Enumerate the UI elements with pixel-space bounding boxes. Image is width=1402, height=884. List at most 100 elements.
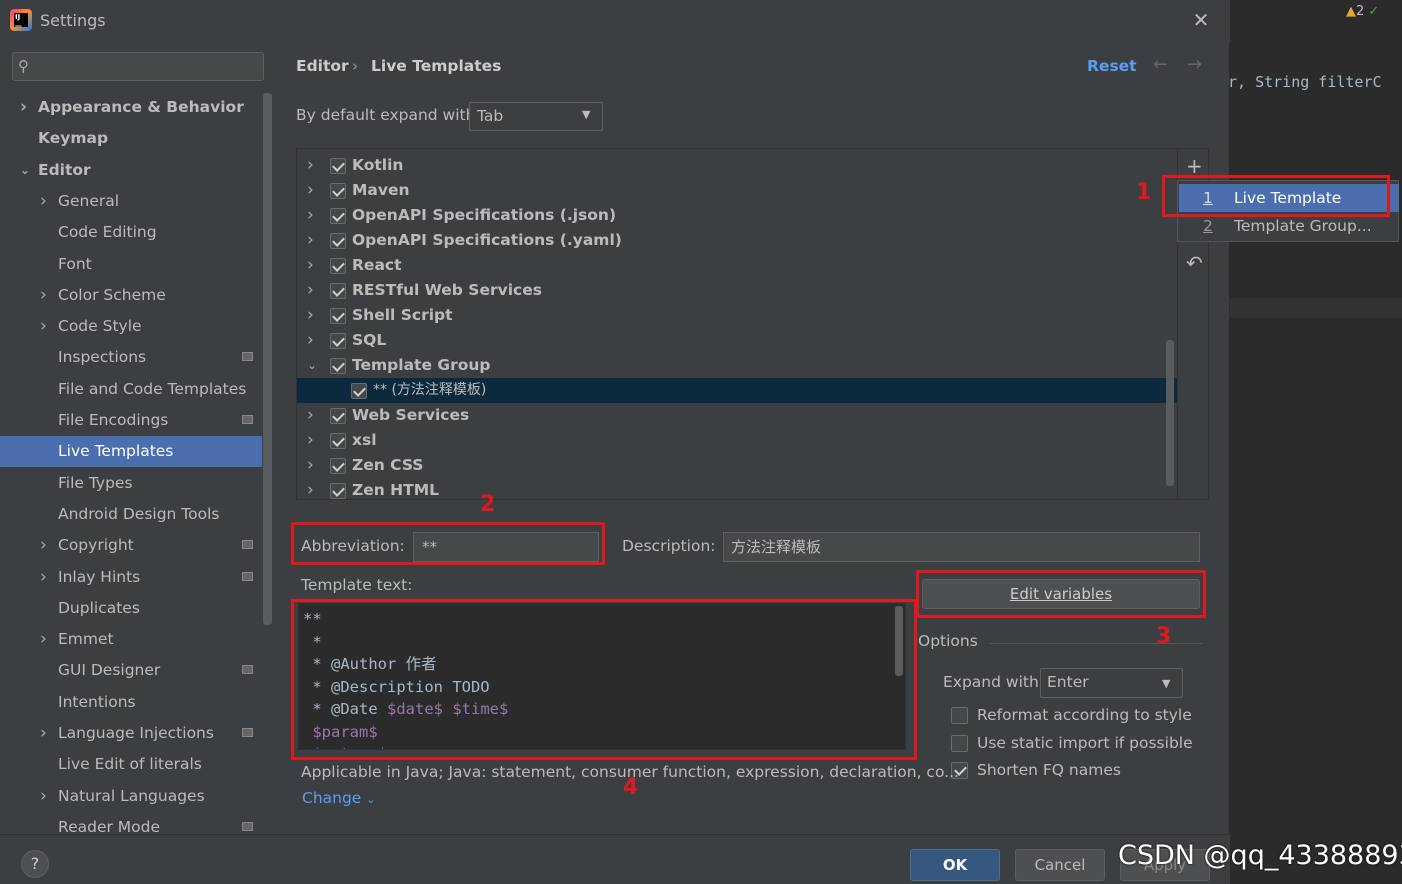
checkbox[interactable] <box>330 458 346 474</box>
sidebar-item-general[interactable]: › General <box>0 186 262 217</box>
sidebar-item-emmet[interactable]: › Emmet <box>0 624 262 655</box>
chevron-right-icon[interactable]: › <box>20 92 27 123</box>
chevron-right-icon[interactable]: › <box>307 328 314 353</box>
sidebar-item-file-types[interactable]: File Types <box>0 468 262 499</box>
checkbox[interactable] <box>330 483 346 499</box>
checkbox[interactable] <box>330 208 346 224</box>
chevron-right-icon[interactable]: › <box>307 428 314 453</box>
change-link[interactable]: Change ⌄ <box>302 789 376 807</box>
template-group-row[interactable]: › OpenAPI Specifications (.yaml) <box>297 228 1177 253</box>
close-icon[interactable]: ✕ <box>1190 8 1212 32</box>
chevron-right-icon[interactable]: › <box>40 311 47 342</box>
sidebar-scrollbar[interactable] <box>263 93 272 625</box>
sidebar-item-editor[interactable]: ⌄ Editor <box>0 155 262 186</box>
chevron-down-icon[interactable]: ⌄ <box>307 353 317 378</box>
chevron-right-icon[interactable]: › <box>307 403 314 428</box>
reset-link[interactable]: Reset <box>1087 57 1137 75</box>
sidebar-item-code-style[interactable]: › Code Style <box>0 311 262 342</box>
checkbox[interactable] <box>330 308 346 324</box>
settings-search-input[interactable] <box>12 52 264 81</box>
checkbox[interactable] <box>951 734 968 752</box>
sidebar-item-gui-designer[interactable]: GUI Designer <box>0 655 262 686</box>
undo-icon[interactable]: ↶ <box>1186 251 1203 275</box>
sidebar-item-copyright[interactable]: › Copyright <box>0 530 262 561</box>
chevron-down-icon: ▼ <box>1162 677 1171 690</box>
chevron-right-icon[interactable]: › <box>307 228 314 253</box>
annotation-number-2: 2 <box>480 492 496 517</box>
warning-indicator[interactable]: ▲2 ✓ <box>1346 4 1379 19</box>
template-label: ** (方法注释模板) <box>373 382 487 398</box>
checkbox[interactable] <box>330 283 346 299</box>
description-input[interactable]: 方法注释模板 <box>723 532 1200 562</box>
ok-button[interactable]: OK <box>910 849 1000 881</box>
arrow-left-icon[interactable]: ← <box>1153 54 1168 75</box>
sidebar-item-label: Keymap <box>38 129 109 148</box>
sidebar-item-language-injections[interactable]: › Language Injections <box>0 718 262 749</box>
template-label: xsl <box>352 431 377 449</box>
template-group-row[interactable]: › Zen HTML <box>297 478 1177 499</box>
breadcrumb-editor[interactable]: Editor <box>296 57 349 75</box>
sidebar-item-duplicates[interactable]: Duplicates <box>0 593 262 624</box>
template-group-row[interactable]: › Kotlin <box>297 153 1177 178</box>
checkbox[interactable] <box>330 158 346 174</box>
chevron-right-icon[interactable]: › <box>307 478 314 499</box>
chevron-right-icon[interactable]: › <box>40 530 47 561</box>
chevron-right-icon[interactable]: › <box>40 280 47 311</box>
chevron-right-icon[interactable]: › <box>307 303 314 328</box>
template-group-row[interactable]: › Shell Script <box>297 303 1177 328</box>
arrow-right-icon[interactable]: → <box>1187 54 1202 75</box>
template-group-row[interactable]: › SQL <box>297 328 1177 353</box>
checkbox[interactable] <box>330 333 346 349</box>
chevron-right-icon[interactable]: › <box>40 186 47 217</box>
sidebar-item-keymap[interactable]: Keymap <box>0 123 262 154</box>
default-expand-value: Tab <box>477 107 504 125</box>
template-group-row[interactable]: › RESTful Web Services <box>297 278 1177 303</box>
checkbox[interactable] <box>330 233 346 249</box>
sidebar-item-font[interactable]: Font <box>0 249 262 280</box>
sidebar-item-file-encodings[interactable]: File Encodings <box>0 405 262 436</box>
checkbox[interactable] <box>330 258 346 274</box>
sidebar-item-code-editing[interactable]: Code Editing <box>0 217 262 248</box>
chevron-right-icon[interactable]: › <box>40 781 47 812</box>
chevron-right-icon[interactable]: › <box>307 178 314 203</box>
sidebar-item-label: Code Style <box>58 317 142 336</box>
chevron-right-icon[interactable]: › <box>307 153 314 178</box>
template-group-row[interactable]: › Zen CSS <box>297 453 1177 478</box>
cancel-button[interactable]: Cancel <box>1015 849 1105 881</box>
sidebar-item-live-edit-of-literals[interactable]: Live Edit of literals <box>0 749 262 780</box>
checkbox[interactable] <box>330 433 346 449</box>
sidebar-item-label: Inlay Hints <box>58 567 141 586</box>
sidebar-item-live-templates[interactable]: Live Templates <box>0 436 262 468</box>
breadcrumb-live-templates: Live Templates <box>371 57 502 75</box>
checkbox[interactable] <box>330 408 346 424</box>
sidebar-item-color-scheme[interactable]: › Color Scheme <box>0 280 262 311</box>
template-group-row[interactable]: › Maven <box>297 178 1177 203</box>
checkbox[interactable] <box>951 707 968 724</box>
checkbox[interactable] <box>330 183 346 199</box>
sidebar-item-inspections[interactable]: Inspections <box>0 342 262 373</box>
template-group-row[interactable]: ⌄ Template Group <box>297 353 1177 378</box>
chevron-right-icon[interactable]: › <box>307 278 314 303</box>
help-button[interactable]: ? <box>21 850 49 878</box>
sidebar-item-natural-languages[interactable]: › Natural Languages <box>0 781 262 812</box>
sidebar-item-inlay-hints[interactable]: › Inlay Hints <box>0 562 262 593</box>
chevron-right-icon[interactable]: › <box>40 562 47 593</box>
sidebar-item-appearance-behavior[interactable]: › Appearance & Behavior <box>0 92 262 123</box>
chevron-right-icon[interactable]: › <box>40 718 47 749</box>
sidebar-item-file-and-code-templates[interactable]: File and Code Templates <box>0 374 262 405</box>
sidebar-item-intentions[interactable]: Intentions <box>0 687 262 718</box>
tree-scrollbar[interactable] <box>1166 340 1174 486</box>
template-group-row[interactable]: › OpenAPI Specifications (.json) <box>297 203 1177 228</box>
template-group-row[interactable]: › xsl <box>297 428 1177 453</box>
chevron-right-icon[interactable]: › <box>307 453 314 478</box>
checkbox[interactable] <box>351 383 367 399</box>
template-group-row[interactable]: › Web Services <box>297 403 1177 428</box>
checkbox[interactable] <box>330 358 346 374</box>
template-item[interactable]: ** (方法注释模板) <box>297 378 1177 403</box>
chevron-right-icon[interactable]: › <box>307 253 314 278</box>
chevron-down-icon[interactable]: ⌄ <box>20 155 30 186</box>
chevron-right-icon[interactable]: › <box>307 203 314 228</box>
sidebar-item-android-design-tools[interactable]: Android Design Tools <box>0 499 262 530</box>
chevron-right-icon[interactable]: › <box>40 624 47 655</box>
template-group-row[interactable]: › React <box>297 253 1177 278</box>
